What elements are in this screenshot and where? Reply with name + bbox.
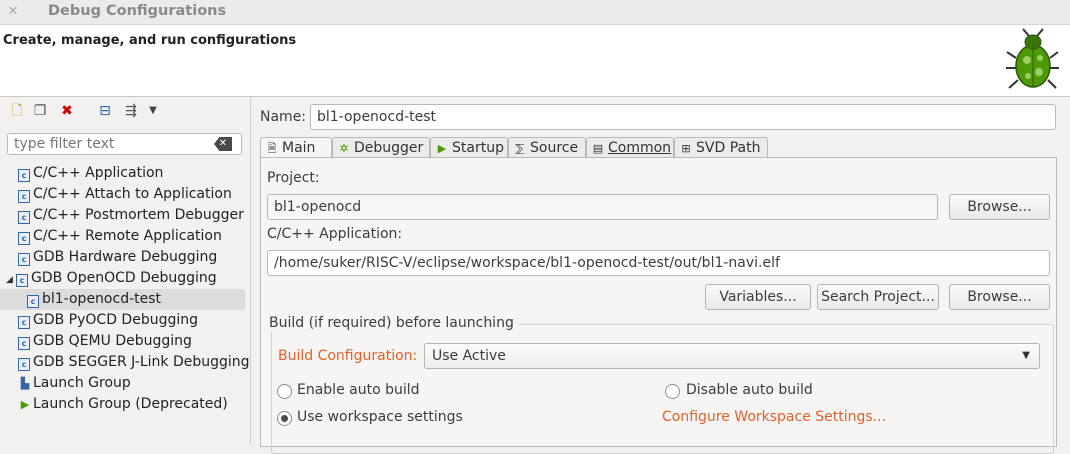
tree-item-bl1-openocd-test[interactable]: c bl1-openocd-test	[0, 289, 245, 310]
config-list-pane: 🗋 ❐ ✖ ⊟ ⇶ ▼ ✕ cC/C++ Application cC/C++ …	[0, 97, 251, 445]
tab-startup[interactable]: ▶ Startup	[430, 137, 508, 157]
c-config-icon: c	[18, 190, 30, 203]
debug-bug-icon	[1006, 28, 1059, 89]
window-title: Debug Configurations	[48, 3, 227, 19]
enable-auto-build-radio[interactable]	[277, 384, 292, 399]
dialog-header: Create, manage, and run configurations	[0, 25, 1070, 97]
tree-item-gdb-openocd[interactable]: ◢ c GDB OpenOCD Debugging	[0, 268, 251, 289]
tree-item-gdb-pyocd[interactable]: c GDB PyOCD Debugging	[0, 310, 263, 331]
title-bar: ✕ Debug Configurations	[0, 0, 1070, 25]
new-config-icon[interactable]: 🗋	[8, 102, 26, 120]
c-config-icon: c	[27, 295, 39, 308]
search-project-button[interactable]: Search Project...	[817, 284, 939, 310]
tree-item-gdb-hardware[interactable]: c GDB Hardware Debugging	[0, 247, 263, 268]
tab-svd-path[interactable]: ⊞ SVD Path	[674, 137, 768, 157]
use-workspace-radio[interactable]	[277, 411, 292, 426]
c-config-icon: c	[18, 316, 30, 329]
play-icon: ▶	[437, 142, 447, 155]
tree-item-gdb-qemu[interactable]: c GDB QEMU Debugging	[0, 331, 263, 352]
header-message: Create, manage, and run configurations	[3, 33, 297, 48]
expanded-arrow-icon[interactable]: ◢	[6, 270, 16, 291]
build-config-link[interactable]: Build Configuration:	[278, 348, 417, 364]
launch-group-icon: ▙	[20, 377, 30, 390]
configure-workspace-link[interactable]: Configure Workspace Settings...	[662, 409, 886, 425]
tree-item-launch-group[interactable]: ▙ Launch Group	[0, 373, 263, 394]
app-browse-button[interactable]: Browse...	[949, 284, 1050, 310]
filter-box: ✕	[7, 133, 242, 155]
tree-item-cpp-attach[interactable]: c C/C++ Attach to Application	[0, 184, 263, 205]
filter-input[interactable]	[14, 135, 204, 153]
source-icon: ⅀	[515, 142, 525, 155]
tab-source[interactable]: ⅀ Source	[508, 137, 586, 157]
build-group-title: Build (if required) before launching	[269, 315, 518, 331]
name-label: Name:	[260, 109, 307, 125]
c-config-icon: c	[18, 358, 30, 371]
project-browse-button[interactable]: Browse...	[949, 194, 1050, 220]
build-config-select[interactable]: Use Active ▼	[424, 343, 1040, 369]
c-config-icon: c	[16, 274, 28, 287]
project-label: Project:	[267, 170, 320, 186]
main-tab-content: Project: bl1-openocd Browse... C/C++ App…	[260, 157, 1057, 454]
tree-item-cpp-remote[interactable]: c C/C++ Remote Application	[0, 226, 263, 247]
c-config-icon: c	[18, 211, 30, 224]
app-path-input[interactable]: /home/suker/RISC-V/eclipse/workspace/bl1…	[267, 250, 1050, 276]
tree-item-cpp-application[interactable]: c C/C++ Application	[0, 163, 263, 184]
use-workspace-label: Use workspace settings	[297, 409, 463, 425]
delete-icon[interactable]: ✖	[58, 102, 76, 120]
config-editor-pane: Name: bl1-openocd-test 🗎 Main ✲ Debugger ▶…	[252, 97, 1070, 454]
tree-item-cpp-postmortem[interactable]: c C/C++ Postmortem Debugger	[0, 205, 263, 226]
c-config-icon: c	[18, 337, 30, 350]
project-input[interactable]: bl1-openocd	[267, 194, 938, 220]
clear-filter-icon[interactable]: ✕	[214, 137, 232, 151]
collapse-all-icon[interactable]: ⊟	[96, 102, 114, 120]
c-config-icon: c	[18, 253, 30, 266]
tab-common[interactable]: ▤ Common	[586, 137, 674, 157]
disable-auto-build-label: Disable auto build	[686, 382, 813, 398]
c-config-icon: c	[18, 169, 30, 182]
name-input[interactable]: bl1-openocd-test	[310, 104, 1056, 130]
app-label: C/C++ Application:	[267, 226, 403, 242]
c-config-icon: c	[18, 232, 30, 245]
filter-icon[interactable]: ⇶	[122, 102, 140, 120]
close-icon[interactable]: ✕	[6, 5, 20, 19]
variables-button[interactable]: Variables...	[705, 284, 811, 310]
disable-auto-build-radio[interactable]	[665, 384, 680, 399]
chevron-down-icon: ▼	[1022, 350, 1030, 361]
tree-item-gdb-jlink[interactable]: c GDB SEGGER J-Link Debugging	[0, 352, 263, 373]
svd-tree-icon: ⊞	[681, 142, 691, 155]
tree-item-launch-group-deprecated[interactable]: ▶ Launch Group (Deprecated)	[0, 394, 263, 415]
enable-auto-build-label: Enable auto build	[297, 382, 420, 398]
tab-main[interactable]: 🗎 Main	[260, 137, 332, 158]
common-icon: ▤	[592, 142, 604, 155]
duplicate-icon[interactable]: ❐	[31, 102, 49, 120]
bug-icon: ✲	[339, 142, 349, 155]
launch-play-icon: ▶	[20, 398, 30, 411]
tab-debugger[interactable]: ✲ Debugger	[332, 137, 430, 157]
document-icon: 🗎	[267, 142, 277, 155]
view-menu-icon[interactable]: ▼	[144, 102, 162, 120]
